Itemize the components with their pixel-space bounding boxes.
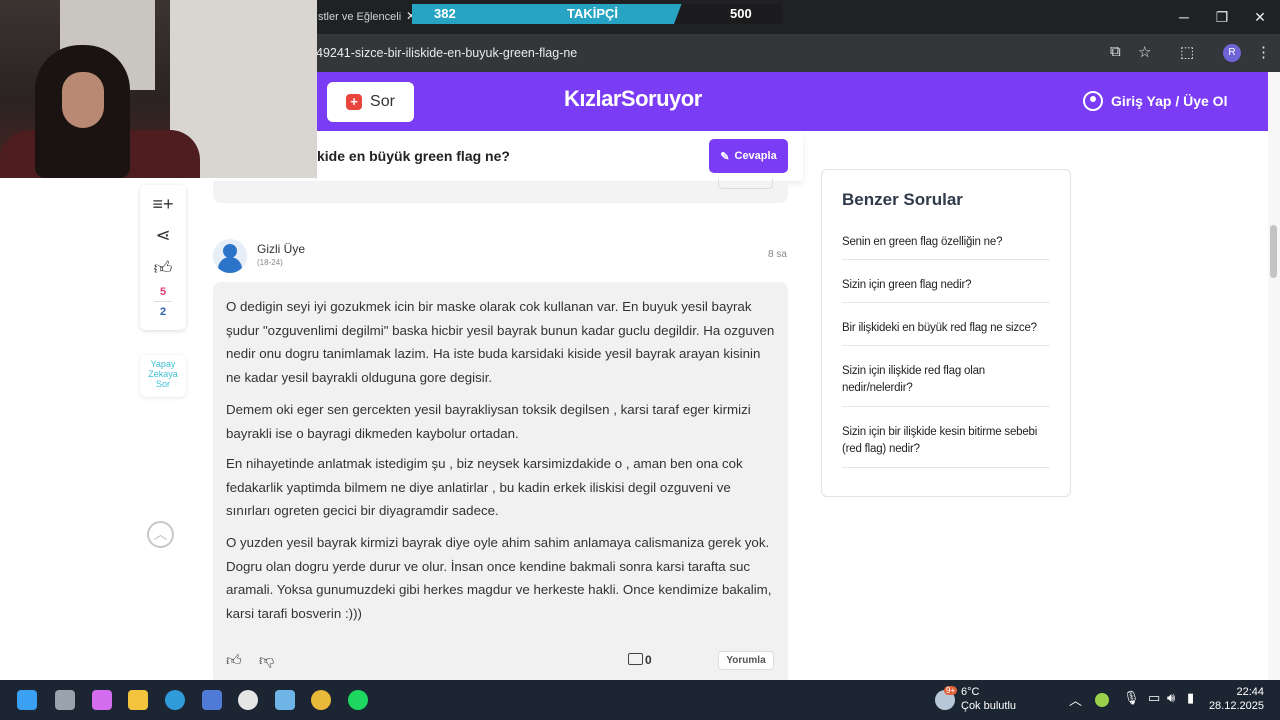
similar-question-link[interactable]: Senin en green flag özelliğin ne? [842, 234, 1050, 251]
dislike-count: 2 [159, 306, 167, 318]
install-app-icon[interactable]: ⧉ [1110, 43, 1121, 60]
login-link[interactable]: Giriş Yap / Üye Ol [1083, 91, 1227, 111]
similar-question-link[interactable]: Sizin için bir ilişkide kesin bitirme se… [842, 424, 1050, 458]
edge-icon[interactable] [165, 690, 185, 710]
thumbs-up-icon[interactable]: 👍︎ [140, 257, 186, 279]
app-icon[interactable] [275, 690, 295, 710]
divider [842, 302, 1050, 303]
scrollbar-thumb[interactable] [1270, 225, 1277, 278]
microphone-icon[interactable]: 🎙︎ [1123, 690, 1140, 706]
ask-button[interactable]: + Sor [327, 82, 414, 122]
add-to-list-icon[interactable]: ≡+ [140, 194, 186, 215]
clock-date[interactable]: 28.12.2025 [1200, 700, 1264, 712]
prev-comment-button[interactable] [718, 179, 773, 189]
thumbs-down-icon[interactable]: 👎︎ [259, 652, 274, 670]
answer-paragraph: Demem oki eger sen gercekten yesil bayra… [226, 402, 751, 441]
bookmark-star-icon[interactable]: ☆ [1138, 43, 1151, 61]
plus-icon: + [346, 94, 363, 110]
answer-time: 8 sa [768, 249, 787, 260]
follower-goal: 500 [730, 6, 752, 21]
spotify-icon[interactable] [348, 690, 368, 710]
comment-button[interactable]: Yorumla [718, 651, 774, 670]
weather-temp[interactable]: 6°C [961, 686, 979, 698]
divider [842, 345, 1050, 346]
comment-count: 0 [645, 653, 652, 667]
extensions-icon[interactable]: ⬚ [1180, 43, 1194, 61]
author-name[interactable]: Gizli Üye [257, 242, 305, 256]
login-label: Giriş Yap / Üye Ol [1111, 93, 1228, 109]
profile-avatar[interactable]: R [1223, 44, 1241, 62]
battery-icon[interactable]: ▮ [1187, 690, 1194, 706]
site-logo[interactable]: KızlarSoruyor [564, 86, 702, 112]
ask-button-label: Sor [370, 93, 395, 110]
answer-button-label: Cevapla [734, 150, 777, 162]
divider [842, 259, 1050, 260]
menu-kebab-icon[interactable]: ⋮ [1256, 43, 1271, 61]
comment-icon[interactable] [628, 653, 643, 665]
avatar [213, 239, 247, 273]
answer-button[interactable]: ✎ Cevapla [709, 139, 788, 173]
scrollbar-track[interactable] [1268, 72, 1280, 680]
similar-question-link[interactable]: Bir ilişkideki en büyük red flag ne sizc… [842, 320, 1050, 337]
thumbs-up-icon[interactable]: 👍︎ [226, 652, 242, 670]
store-icon[interactable] [202, 690, 222, 710]
similar-question-link[interactable]: Sizin için green flag nedir? [842, 277, 1050, 294]
copilot-icon[interactable] [92, 690, 112, 710]
minimize-button[interactable]: ─ [1164, 6, 1204, 28]
browser-tab-title[interactable]: stler ve Eğlenceli [318, 11, 401, 23]
close-window-button[interactable]: ✕ [1240, 6, 1280, 28]
question-title: kide en büyük green flag ne? [317, 148, 510, 164]
scroll-top-chevron-icon[interactable]: ︿ [147, 521, 174, 548]
share-icon[interactable]: ⋖ [140, 225, 186, 246]
follower-current: 382 [434, 6, 456, 21]
file-explorer-icon[interactable] [128, 690, 148, 710]
volume-icon[interactable]: 🔊︎ [1167, 690, 1175, 706]
chrome-icon[interactable] [311, 690, 331, 710]
similar-question-link[interactable]: Sizin için ilişkide red flag olan nedir/… [842, 363, 1050, 397]
pencil-icon: ✎ [720, 150, 730, 163]
action-rail: ≡+ ⋖ 👍︎ 5 2 [140, 185, 186, 330]
obs-icon[interactable] [238, 690, 258, 710]
network-icon[interactable]: ▭ [1148, 690, 1160, 706]
windows-start-icon[interactable] [17, 690, 37, 710]
maximize-button[interactable]: ❐ [1202, 6, 1242, 28]
taskbar [0, 680, 1280, 720]
task-view-icon[interactable] [55, 690, 75, 710]
answer-paragraph: O dedigin seyi iyi gozukmek icin bir mas… [226, 299, 775, 385]
like-count: 5 [159, 286, 167, 298]
clock-time[interactable]: 22:44 [1200, 686, 1264, 698]
url-field[interactable]: 49241-sizce-bir-iliskide-en-buyuk-green-… [316, 46, 577, 60]
weather-desc[interactable]: Çok bulutlu [961, 700, 1016, 712]
weather-badge: 9+ [944, 686, 958, 695]
tray-app-icon[interactable] [1095, 693, 1109, 707]
answer-paragraph: O yuzden yesil bayrak kirmizi bayrak diy… [226, 535, 772, 621]
rail-divider [154, 301, 172, 302]
similar-questions-title: Benzer Sorular [842, 190, 963, 209]
follower-goal-overlay: 382 TAKİPÇİ 500 [412, 4, 782, 24]
divider [842, 406, 1050, 407]
tray-chevron-icon[interactable]: ︿ [1069, 690, 1082, 709]
user-icon [1083, 91, 1103, 111]
answer-paragraph: En nihayetinde anlatmak istedigim şu , b… [226, 456, 743, 518]
divider [842, 467, 1050, 468]
webcam-overlay [0, 0, 317, 178]
author-age: (18-24) [257, 258, 283, 267]
ask-ai-button[interactable]: Yapay Zekaya Sor [140, 355, 186, 397]
follower-label: TAKİPÇİ [567, 6, 619, 21]
previous-answer-footer [213, 179, 788, 203]
